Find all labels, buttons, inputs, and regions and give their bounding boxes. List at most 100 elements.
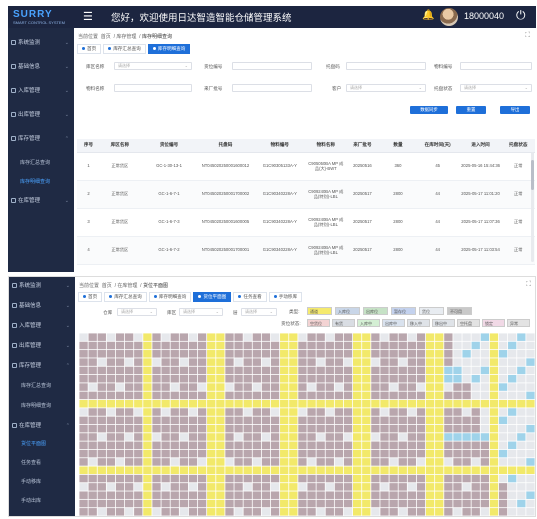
storage-location-cell[interactable]	[425, 333, 435, 341]
storage-location-cell[interactable]	[471, 491, 480, 499]
storage-location-cell[interactable]	[380, 341, 389, 350]
storage-location-cell[interactable]	[88, 350, 97, 358]
storage-location-cell[interactable]	[280, 441, 289, 450]
storage-location-cell[interactable]	[134, 333, 143, 341]
storage-location-cell[interactable]	[270, 458, 280, 466]
storage-location-cell[interactable]	[316, 458, 325, 466]
storage-location-cell[interactable]	[207, 366, 216, 375]
storage-location-cell[interactable]	[88, 333, 97, 341]
storage-location-cell[interactable]	[270, 466, 280, 475]
storage-location-cell[interactable]	[289, 358, 298, 366]
storage-location-cell[interactable]	[526, 383, 535, 391]
warehouse-select[interactable]: 请选择 ⌄	[117, 308, 157, 316]
storage-location-cell[interactable]	[143, 399, 152, 408]
storage-location-cell[interactable]	[435, 441, 444, 450]
storage-location-cell[interactable]	[453, 508, 462, 516]
storage-location-cell[interactable]	[115, 383, 125, 391]
storage-location-cell[interactable]	[188, 350, 198, 358]
storage-location-cell[interactable]	[270, 416, 280, 425]
storage-location-cell[interactable]	[270, 424, 280, 433]
storage-location-cell[interactable]	[143, 341, 152, 350]
storage-location-cell[interactable]	[197, 333, 207, 341]
storage-location-cell[interactable]	[252, 416, 261, 425]
storage-location-cell[interactable]	[398, 483, 407, 491]
storage-location-cell[interactable]	[353, 408, 362, 416]
storage-location-cell[interactable]	[225, 374, 234, 383]
storage-location-cell[interactable]	[453, 416, 462, 425]
storage-location-cell[interactable]	[88, 499, 97, 508]
storage-location-cell[interactable]	[134, 341, 143, 350]
storage-location-cell[interactable]	[280, 474, 289, 483]
storage-location-cell[interactable]	[225, 433, 234, 441]
storage-location-cell[interactable]	[416, 424, 426, 433]
storage-location-cell[interactable]	[462, 458, 471, 466]
storage-location-cell[interactable]	[325, 441, 334, 450]
storage-location-cell[interactable]	[380, 499, 389, 508]
storage-location-cell[interactable]	[106, 424, 116, 433]
storage-location-cell[interactable]	[298, 408, 307, 416]
storage-location-cell[interactable]	[88, 508, 97, 516]
storage-location-cell[interactable]	[289, 341, 298, 350]
storage-location-cell[interactable]	[498, 458, 508, 466]
storage-location-cell[interactable]	[362, 508, 371, 516]
storage-location-cell[interactable]	[371, 374, 380, 383]
sidebar-subitem[interactable]: 货位平面图	[9, 437, 75, 452]
storage-location-cell[interactable]	[325, 449, 334, 458]
storage-location-cell[interactable]	[398, 466, 407, 475]
storage-location-cell[interactable]	[225, 383, 234, 391]
storage-location-cell[interactable]	[261, 366, 271, 375]
storage-location-cell[interactable]	[298, 491, 307, 499]
storage-location-cell[interactable]	[307, 458, 316, 466]
storage-location-cell[interactable]	[97, 483, 106, 491]
storage-location-cell[interactable]	[179, 449, 189, 458]
storage-location-cell[interactable]	[234, 433, 243, 441]
storage-location-cell[interactable]	[97, 424, 106, 433]
storage-location-cell[interactable]	[508, 416, 517, 425]
storage-location-cell[interactable]	[161, 391, 170, 400]
storage-location-cell[interactable]	[371, 383, 380, 391]
storage-location-cell[interactable]	[106, 333, 116, 341]
storage-location-cell[interactable]	[498, 474, 508, 483]
storage-location-cell[interactable]	[143, 508, 152, 516]
storage-location-cell[interactable]	[197, 449, 207, 458]
storage-location-cell[interactable]	[380, 383, 389, 391]
storage-location-cell[interactable]	[125, 399, 134, 408]
storage-location-cell[interactable]	[435, 341, 444, 350]
storage-location-cell[interactable]	[115, 399, 125, 408]
storage-location-cell[interactable]	[161, 399, 170, 408]
storage-location-cell[interactable]	[97, 449, 106, 458]
storage-location-cell[interactable]	[517, 474, 526, 483]
storage-location-cell[interactable]	[508, 391, 517, 400]
storage-location-cell[interactable]	[79, 408, 88, 416]
storage-location-cell[interactable]	[380, 474, 389, 483]
storage-location-cell[interactable]	[453, 424, 462, 433]
storage-location-cell[interactable]	[161, 341, 170, 350]
storage-location-cell[interactable]	[489, 358, 499, 366]
storage-location-cell[interactable]	[197, 341, 207, 350]
storage-location-cell[interactable]	[435, 399, 444, 408]
storage-location-cell[interactable]	[325, 383, 334, 391]
storage-location-cell[interactable]	[170, 391, 179, 400]
storage-location-cell[interactable]	[371, 474, 380, 483]
storage-location-cell[interactable]	[106, 458, 116, 466]
storage-location-cell[interactable]	[489, 458, 499, 466]
storage-location-cell[interactable]	[188, 483, 198, 491]
storage-location-cell[interactable]	[471, 358, 480, 366]
storage-location-cell[interactable]	[453, 433, 462, 441]
storage-location-cell[interactable]	[216, 350, 225, 358]
storage-location-cell[interactable]	[307, 391, 316, 400]
storage-location-cell[interactable]	[407, 491, 417, 499]
storage-location-cell[interactable]	[134, 491, 143, 499]
storage-location-cell[interactable]	[106, 449, 116, 458]
storage-location-cell[interactable]	[498, 391, 508, 400]
storage-location-cell[interactable]	[425, 383, 435, 391]
storage-location-cell[interactable]	[216, 333, 225, 341]
storage-location-cell[interactable]	[353, 358, 362, 366]
storage-location-cell[interactable]	[480, 391, 489, 400]
storage-location-cell[interactable]	[170, 333, 179, 341]
storage-location-cell[interactable]	[234, 458, 243, 466]
storage-location-cell[interactable]	[207, 491, 216, 499]
storage-location-cell[interactable]	[88, 466, 97, 475]
storage-location-cell[interactable]	[97, 491, 106, 499]
storage-location-cell[interactable]	[79, 474, 88, 483]
